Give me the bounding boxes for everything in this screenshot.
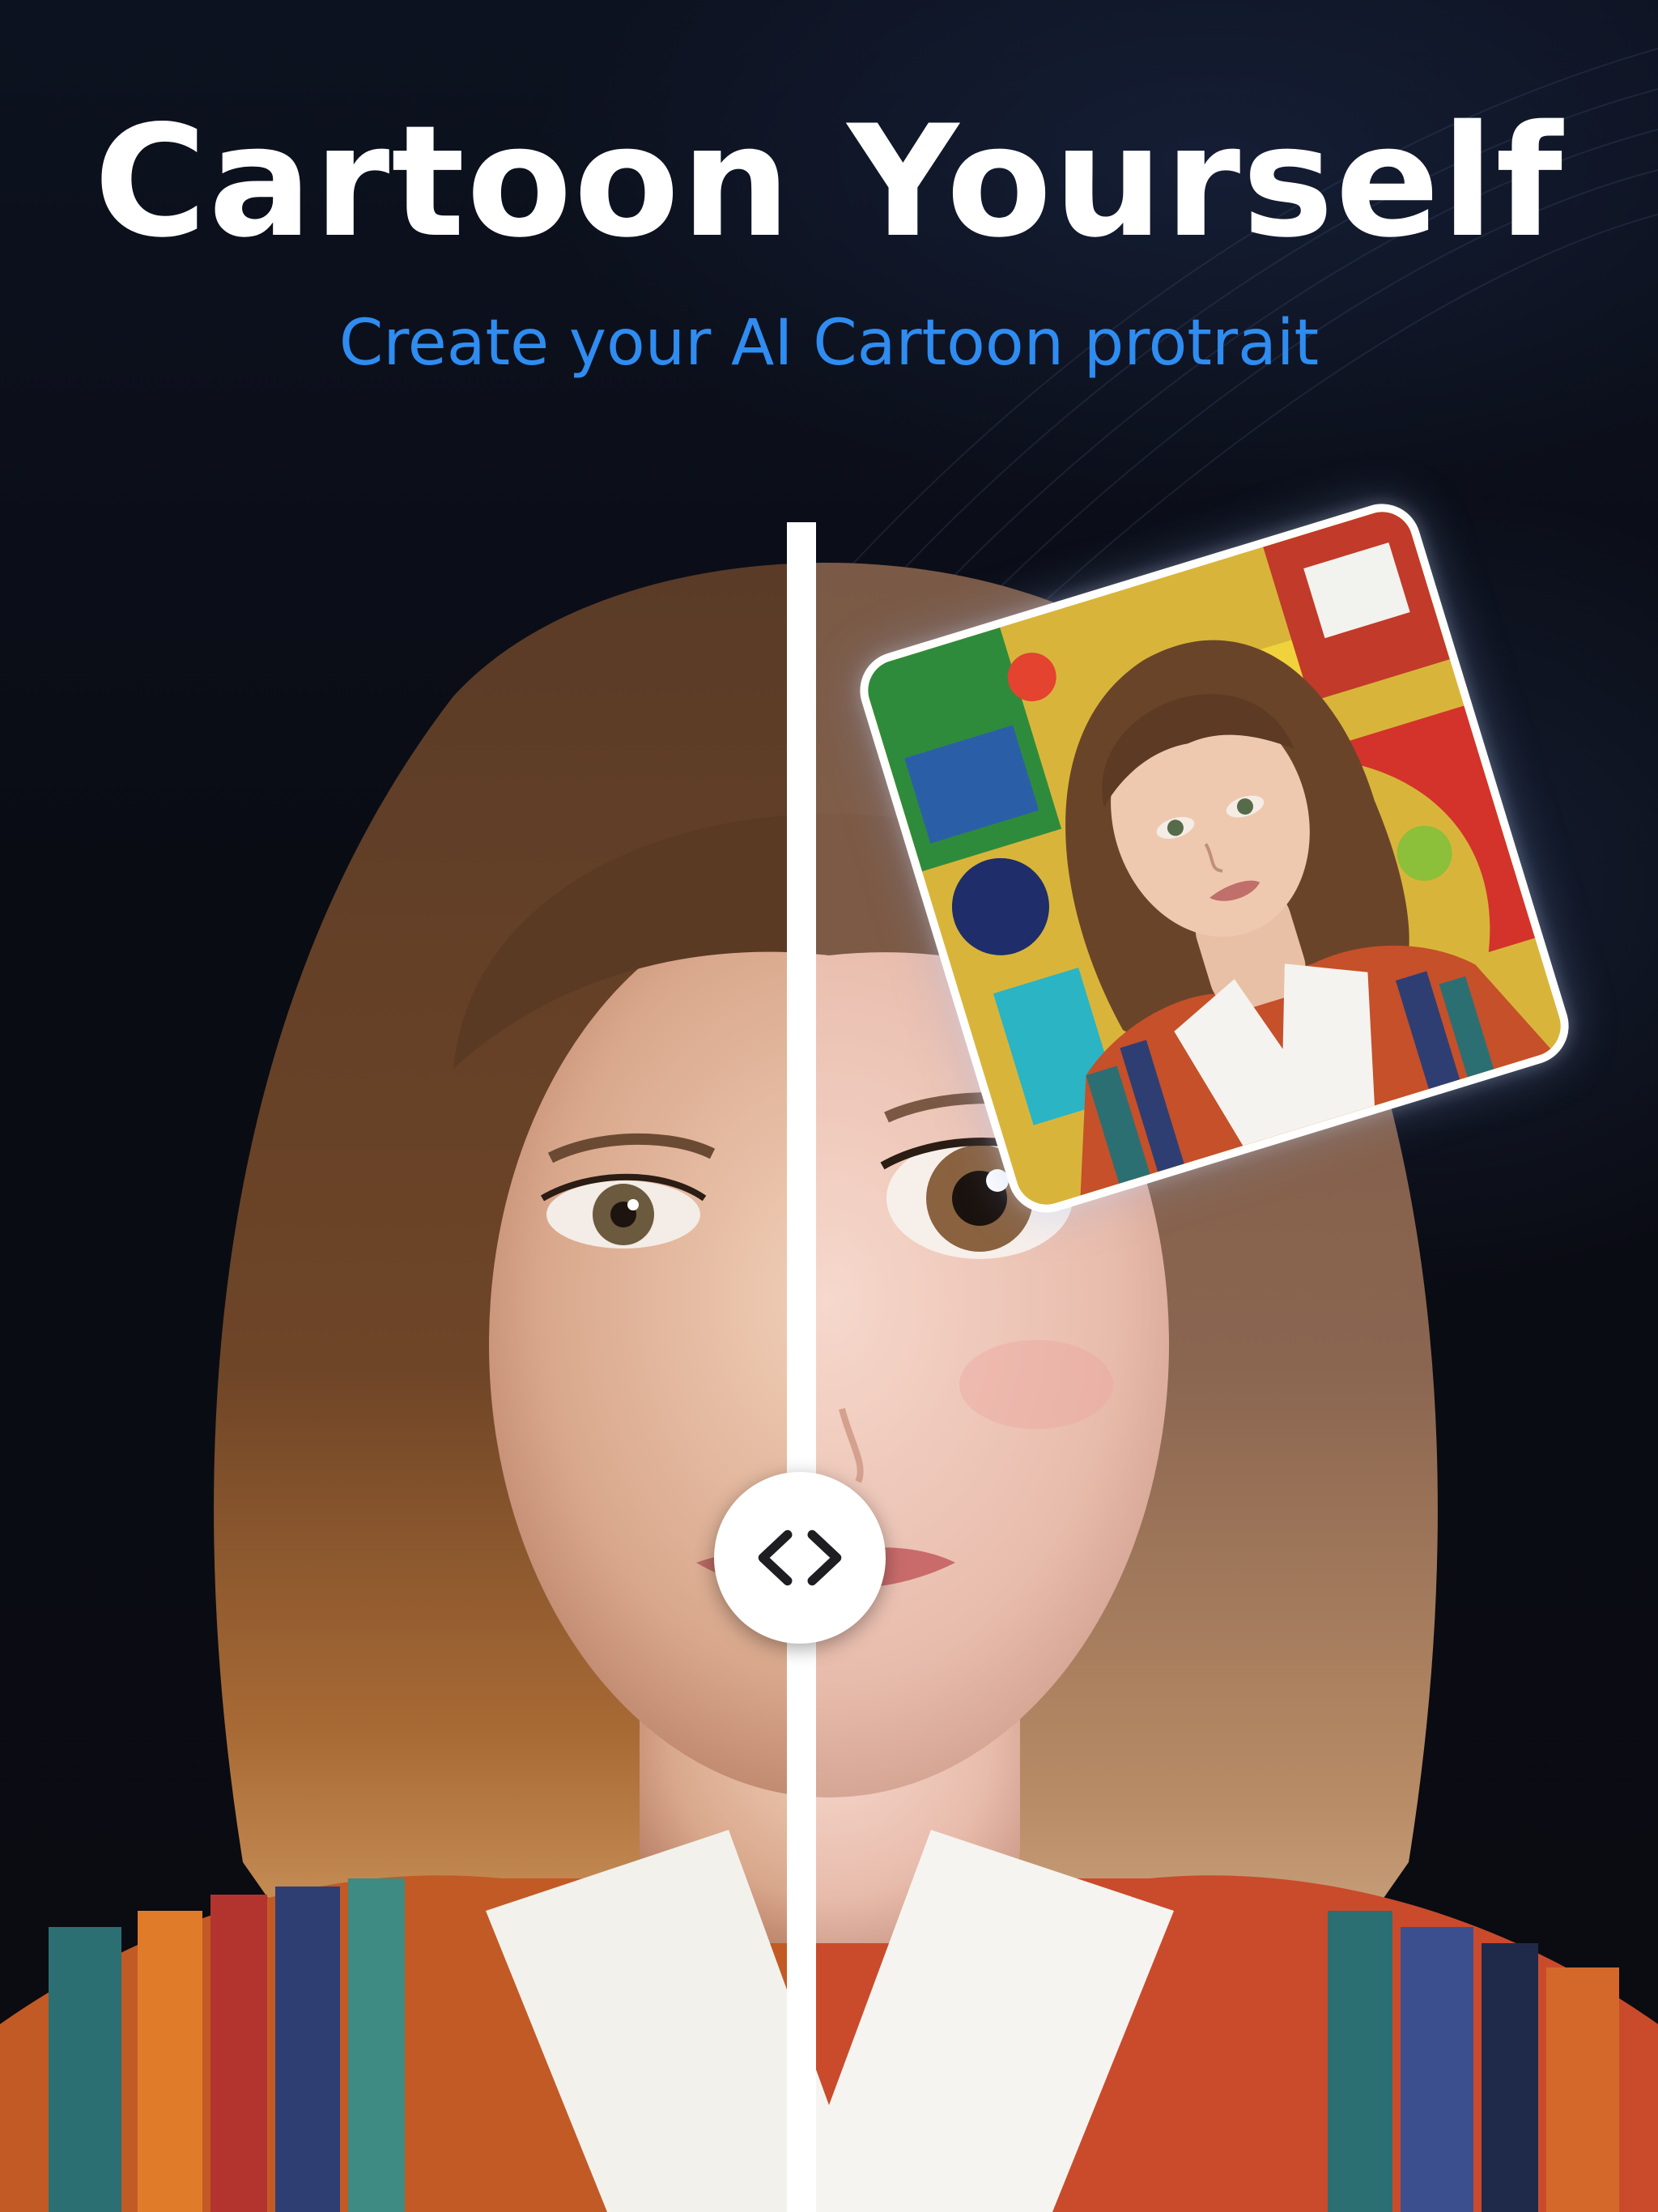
original-portrait [0,563,797,2212]
original-photo-half [0,486,797,2212]
page-title: Cartoon Yourself [93,92,1565,271]
comparison-divider[interactable] [787,522,816,2212]
comparison-slider-handle[interactable] [714,1472,886,1644]
promo-screen: Cartoon Yourself Create your AI Cartoon … [0,0,1658,2212]
page-subtitle: Create your AI Cartoon protrait [338,307,1320,380]
chevron-left-right-icon [758,1529,842,1586]
